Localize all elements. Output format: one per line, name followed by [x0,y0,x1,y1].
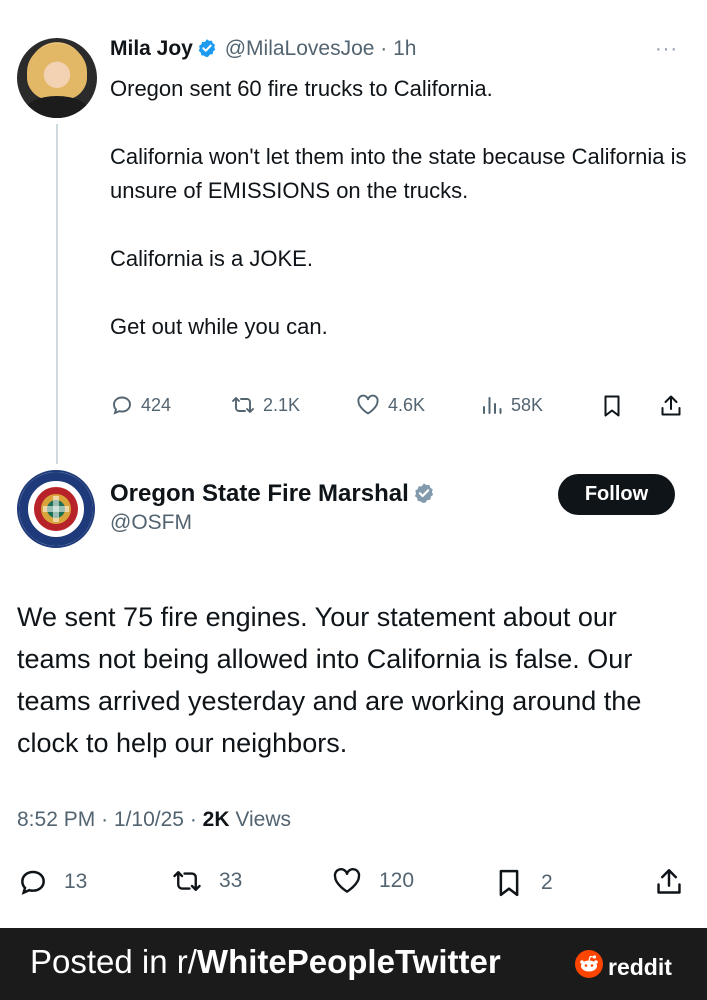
share-icon [653,866,685,898]
reply-button[interactable]: 13 [17,866,87,898]
meta-separator: · [189,808,197,831]
verified-badge-icon [197,38,217,65]
repost-count: 33 [219,869,243,892]
views-button[interactable]: 58K [480,393,543,417]
original-tweet: Mila Joy @MilaLovesJoe · 1h ··· Oregon s… [0,0,707,470]
heart-icon [355,393,381,417]
tweet1-line: California won't let them into the state… [110,144,687,203]
reddit-logo[interactable]: reddit [575,950,672,984]
posted-in-prefix: Posted in r/ [30,943,197,980]
mila-joy-avatar[interactable] [17,38,97,118]
reply-button[interactable]: 424 [110,393,171,417]
bookmark-count: 2 [541,871,553,894]
tweet1-header: Mila Joy @MilaLovesJoe · 1h [110,36,416,65]
bookmark-icon [600,393,624,419]
reply-icon [17,866,49,898]
reply-count: 424 [141,394,172,415]
bookmark-button[interactable] [600,393,624,419]
repost-button[interactable]: 2.1K [230,393,300,417]
tweet1-line: Get out while you can. [110,314,328,339]
share-icon [658,393,684,419]
author-handle[interactable]: @OSFM [110,511,192,535]
reddit-footer-banner: Posted in r/WhitePeopleTwitter reddit [0,928,707,1000]
share-button[interactable] [658,393,684,419]
post-date[interactable]: 1/10/25 [114,808,184,831]
verified-badge-icon [413,481,435,513]
reddit-snoo-icon [575,950,603,984]
heart-icon [330,866,364,896]
thread-line [56,124,58,464]
repost-icon [170,866,204,896]
tweet1-text: Oregon sent 60 fire trucks to California… [110,72,700,344]
avatar-hair [27,44,87,100]
views-count: 2K [202,808,230,831]
repost-icon [230,393,256,417]
share-button[interactable] [653,866,685,898]
osfm-seal-icon [19,472,93,546]
osfm-name-row: Oregon State Fire Marshal [110,478,437,513]
meta-separator: · [101,808,109,831]
avatar-shoulders [25,96,89,118]
post-time[interactable]: 8:52 PM [17,808,95,831]
views-chart-icon [480,393,504,417]
posted-in-text: Posted in r/WhitePeopleTwitter [30,943,501,981]
author-name[interactable]: Mila Joy [110,37,193,60]
author-handle[interactable]: @MilaLovesJoe [225,37,375,60]
bookmark-button[interactable]: 2 [494,866,553,900]
reply-icon [110,393,134,417]
like-button[interactable]: 120 [330,866,414,896]
views-count: 58K [511,394,544,415]
views-label: Views [235,808,292,831]
repost-count: 2.1K [263,394,301,415]
post-time[interactable]: 1h [393,37,416,60]
header-separator: · [380,37,388,60]
osfm-avatar[interactable] [17,470,95,548]
tweet2-action-bar: 13 33 120 2 [17,866,689,902]
author-name[interactable]: Oregon State Fire Marshal [110,480,409,507]
reply-count: 13 [64,870,88,893]
bookmark-icon [494,866,524,900]
more-options-icon[interactable]: ··· [655,38,678,61]
tweet1-line: California is a JOKE. [110,246,313,271]
like-count: 120 [379,869,415,892]
tweet1-line: Oregon sent 60 fire trucks to California… [110,76,493,101]
subreddit-name[interactable]: WhitePeopleTwitter [197,943,501,980]
like-count: 4.6K [388,394,426,415]
repost-button[interactable]: 33 [170,866,242,896]
like-button[interactable]: 4.6K [355,393,425,417]
tweet2-text: We sent 75 fire engines. Your statement … [17,602,642,758]
follow-button[interactable]: Follow [558,474,675,515]
tweet1-action-bar: 424 2.1K 4.6K 58K [110,393,690,427]
reddit-wordmark: reddit [608,953,672,980]
tweet2-meta: 8:52 PM · 1/10/25 · 2K Views [17,808,291,832]
